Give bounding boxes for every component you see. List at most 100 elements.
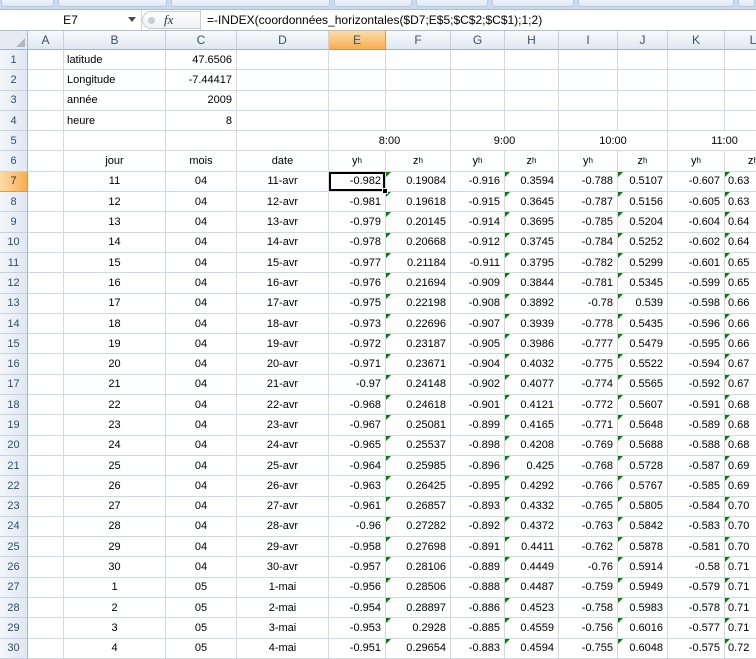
pair-header-I6[interactable]: yh	[559, 151, 618, 171]
cell-G8[interactable]: -0.915	[451, 192, 505, 212]
cell-E16[interactable]: -0.971	[329, 354, 386, 374]
cell-F7[interactable]: 0.19084	[386, 172, 451, 192]
row-header-2[interactable]: 2	[0, 70, 28, 90]
cell-L29[interactable]: 0.71	[725, 618, 756, 638]
cell-L21[interactable]: 0.69	[725, 456, 756, 476]
cell-C28[interactable]: 05	[166, 598, 237, 618]
cell-G7[interactable]: -0.916	[451, 172, 505, 192]
cell-L15[interactable]: 0.66	[725, 334, 756, 354]
cell-B30[interactable]: 4	[64, 639, 166, 659]
cell-I10[interactable]: -0.784	[559, 233, 618, 253]
cell-G11[interactable]: -0.911	[451, 253, 505, 273]
cell-E28[interactable]: -0.954	[329, 598, 386, 618]
cell-K30[interactable]: -0.575	[668, 639, 725, 659]
cell-E13[interactable]: -0.975	[329, 294, 386, 314]
cell-L12[interactable]: 0.65	[725, 273, 756, 293]
cell-H12[interactable]: 0.3844	[505, 273, 559, 293]
cell-B2[interactable]: Longitude	[64, 70, 166, 90]
cell-J29[interactable]: 0.6016	[618, 618, 668, 638]
row-header-4[interactable]: 4	[0, 111, 28, 131]
cell-D7[interactable]: 11-avr	[237, 172, 329, 192]
cell-J4[interactable]	[618, 111, 668, 131]
cell-G12[interactable]: -0.909	[451, 273, 505, 293]
cell-I26[interactable]: -0.76	[559, 557, 618, 577]
cell-B13[interactable]: 17	[64, 294, 166, 314]
cell-F22[interactable]: 0.26425	[386, 476, 451, 496]
cell-A21[interactable]	[28, 456, 64, 476]
pair-header-G6[interactable]: yh	[451, 151, 505, 171]
cell-I9[interactable]: -0.785	[559, 212, 618, 232]
cell-H17[interactable]: 0.4077	[505, 375, 559, 395]
cell-B24[interactable]: 28	[64, 517, 166, 537]
row-header-29[interactable]: 29	[0, 618, 28, 638]
cell-G19[interactable]: -0.899	[451, 415, 505, 435]
cell-B5[interactable]	[64, 131, 166, 151]
column-header-L[interactable]: L	[725, 31, 756, 50]
cell-D23[interactable]: 27-avr	[237, 497, 329, 517]
row-header-16[interactable]: 16	[0, 354, 28, 374]
cell-E4[interactable]	[329, 111, 386, 131]
cell-C27[interactable]: 05	[166, 578, 237, 598]
cell-I7[interactable]: -0.788	[559, 172, 618, 192]
cell-B17[interactable]: 21	[64, 375, 166, 395]
cell-C9[interactable]: 04	[166, 212, 237, 232]
hour-header-10:00[interactable]: 10:00	[559, 131, 668, 151]
row-header-21[interactable]: 21	[0, 456, 28, 476]
cell-G27[interactable]: -0.888	[451, 578, 505, 598]
cell-C3[interactable]: 2009	[166, 91, 237, 111]
cell-K15[interactable]: -0.595	[668, 334, 725, 354]
row-header-6[interactable]: 6	[0, 151, 28, 171]
cell-C10[interactable]: 04	[166, 233, 237, 253]
cell-B25[interactable]: 29	[64, 537, 166, 557]
cell-K28[interactable]: -0.578	[668, 598, 725, 618]
name-box[interactable]: E7	[0, 10, 142, 30]
cell-C8[interactable]: 04	[166, 192, 237, 212]
cell-D2[interactable]	[237, 70, 329, 90]
cell-K26[interactable]: -0.58	[668, 557, 725, 577]
cell-A15[interactable]	[28, 334, 64, 354]
cell-K8[interactable]: -0.605	[668, 192, 725, 212]
cell-K16[interactable]: -0.594	[668, 354, 725, 374]
cell-H2[interactable]	[505, 70, 559, 90]
cell-G15[interactable]: -0.905	[451, 334, 505, 354]
cell-C11[interactable]: 04	[166, 253, 237, 273]
cell-L27[interactable]: 0.71	[725, 578, 756, 598]
cell-E26[interactable]: -0.957	[329, 557, 386, 577]
cell-H28[interactable]: 0.4523	[505, 598, 559, 618]
cell-E19[interactable]: -0.967	[329, 415, 386, 435]
cell-F12[interactable]: 0.21694	[386, 273, 451, 293]
cell-J16[interactable]: 0.5522	[618, 354, 668, 374]
cell-F19[interactable]: 0.25081	[386, 415, 451, 435]
cell-C26[interactable]: 04	[166, 557, 237, 577]
cell-K13[interactable]: -0.598	[668, 294, 725, 314]
cell-L25[interactable]: 0.70	[725, 537, 756, 557]
cell-J7[interactable]: 0.5107	[618, 172, 668, 192]
cell-B4[interactable]: heure	[64, 111, 166, 131]
cell-B26[interactable]: 30	[64, 557, 166, 577]
cell-J24[interactable]: 0.5842	[618, 517, 668, 537]
column-header-I[interactable]: I	[559, 31, 618, 50]
cell-K10[interactable]: -0.602	[668, 233, 725, 253]
cell-L13[interactable]: 0.66	[725, 294, 756, 314]
column-header-F[interactable]: F	[386, 31, 451, 50]
cell-F3[interactable]	[386, 91, 451, 111]
cell-I16[interactable]: -0.775	[559, 354, 618, 374]
row-header-11[interactable]: 11	[0, 253, 28, 273]
cell-F26[interactable]: 0.28106	[386, 557, 451, 577]
cell-G16[interactable]: -0.904	[451, 354, 505, 374]
cell-F25[interactable]: 0.27698	[386, 537, 451, 557]
cell-I30[interactable]: -0.755	[559, 639, 618, 659]
cell-C16[interactable]: 04	[166, 354, 237, 374]
cell-F30[interactable]: 0.29654	[386, 639, 451, 659]
cell-B16[interactable]: 20	[64, 354, 166, 374]
cell-K1[interactable]	[668, 50, 725, 70]
cell-J27[interactable]: 0.5949	[618, 578, 668, 598]
cell-C15[interactable]: 04	[166, 334, 237, 354]
cell-G29[interactable]: -0.885	[451, 618, 505, 638]
cell-A18[interactable]	[28, 395, 64, 415]
row-header-12[interactable]: 12	[0, 273, 28, 293]
cell-H16[interactable]: 0.4032	[505, 354, 559, 374]
cell-D18[interactable]: 22-avr	[237, 395, 329, 415]
cell-E15[interactable]: -0.972	[329, 334, 386, 354]
cell-A11[interactable]	[28, 253, 64, 273]
